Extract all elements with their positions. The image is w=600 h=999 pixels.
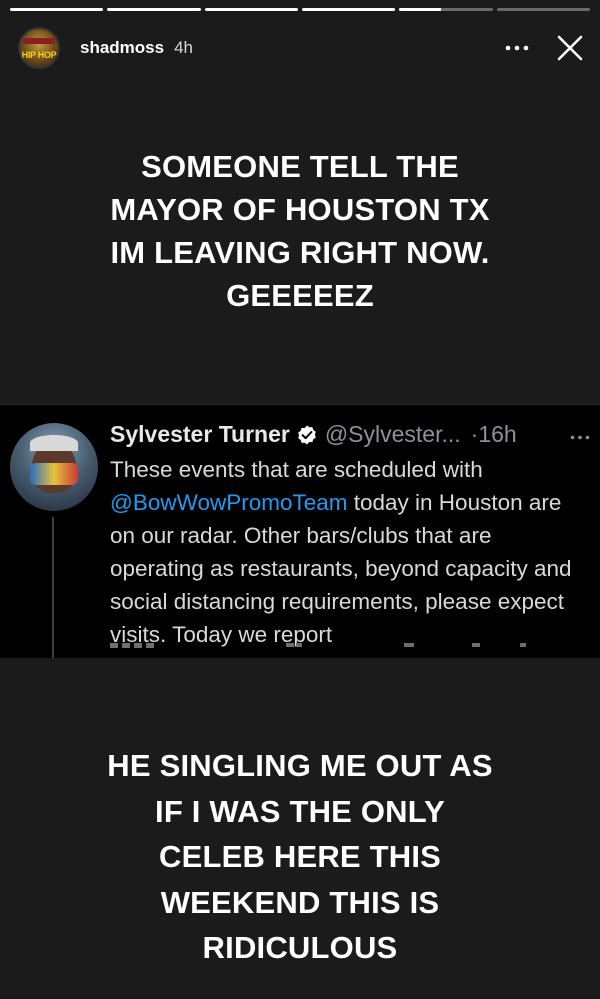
tweet-text: These events that are scheduled with [110,457,483,482]
progress-segment [496,8,590,11]
thread-line [52,517,54,658]
tweet-author-handle: @Sylvester... [324,421,461,447]
progress-segment-fill [10,8,104,11]
story-caption-bottom: HE SINGLING ME OUT AS IF I WAS THE ONLY … [0,743,600,971]
avatar-cap [30,435,78,451]
avatar-logo-band [23,38,55,44]
story-caption-top: SOMEONE TELL THE MAYOR OF HOUSTON TX IM … [0,145,600,317]
story-progress-bar [10,8,590,11]
tweet-timestamp: ·16h [470,421,517,447]
tweet-truncated-line [110,643,526,648]
progress-segment-fill [301,8,396,11]
story-timestamp: 4h [174,38,194,57]
avatar-mask [30,463,78,485]
caption-top-line: MAYOR OF HOUSTON TX [110,192,490,227]
username[interactable]: shadmoss [80,38,164,58]
caption-bottom-line: CELEB HERE THIS [158,839,442,874]
caption-top-line: IM LEAVING RIGHT NOW. [110,235,490,270]
profile-avatar[interactable]: HIP HOP [18,27,60,69]
caption-top-line: GEEEEEZ [226,278,374,313]
embedded-tweet-screenshot: Sylvester Turner @Sylvester... ·16h Thes… [0,404,600,658]
progress-segment-fill [399,8,442,11]
close-icon [557,35,583,61]
progress-segment [301,8,396,11]
tweet-meta: Sylvester Turner @Sylvester... ·16h [110,421,590,448]
tweet-author-name: Sylvester Turner [110,421,290,447]
progress-segment-fill [204,8,298,11]
tweet-author-avatar [10,423,98,511]
tweet-more-icon [570,423,590,446]
close-button[interactable] [554,32,586,64]
more-horizontal-icon [505,45,529,51]
progress-segment [399,8,493,11]
caption-top-line: SOMEONE TELL THE [141,149,459,184]
progress-segment-fill [107,8,201,11]
caption-bottom-line: IF I WAS THE ONLY [155,793,445,829]
verified-badge-icon [296,424,318,446]
tweet-body: These events that are scheduled with @Bo… [110,453,590,651]
progress-segment [10,8,104,11]
caption-bottom-line: RIDICULOUS [202,930,398,965]
story-header: HIP HOP shadmoss 4h [18,26,586,70]
progress-segment [107,8,201,11]
story-viewer[interactable]: HIP HOP shadmoss 4h SOMEONE TELL THE MAY… [0,0,600,999]
caption-bottom-line: WEEKEND THIS IS [160,884,440,920]
tweet-mention: @BowWowPromoTeam [110,490,348,515]
caption-bottom-line: HE SINGLING ME OUT AS [107,748,493,783]
avatar-logo-text: HIP HOP [21,50,57,60]
progress-segment [204,8,298,11]
more-options-button[interactable] [502,33,532,63]
